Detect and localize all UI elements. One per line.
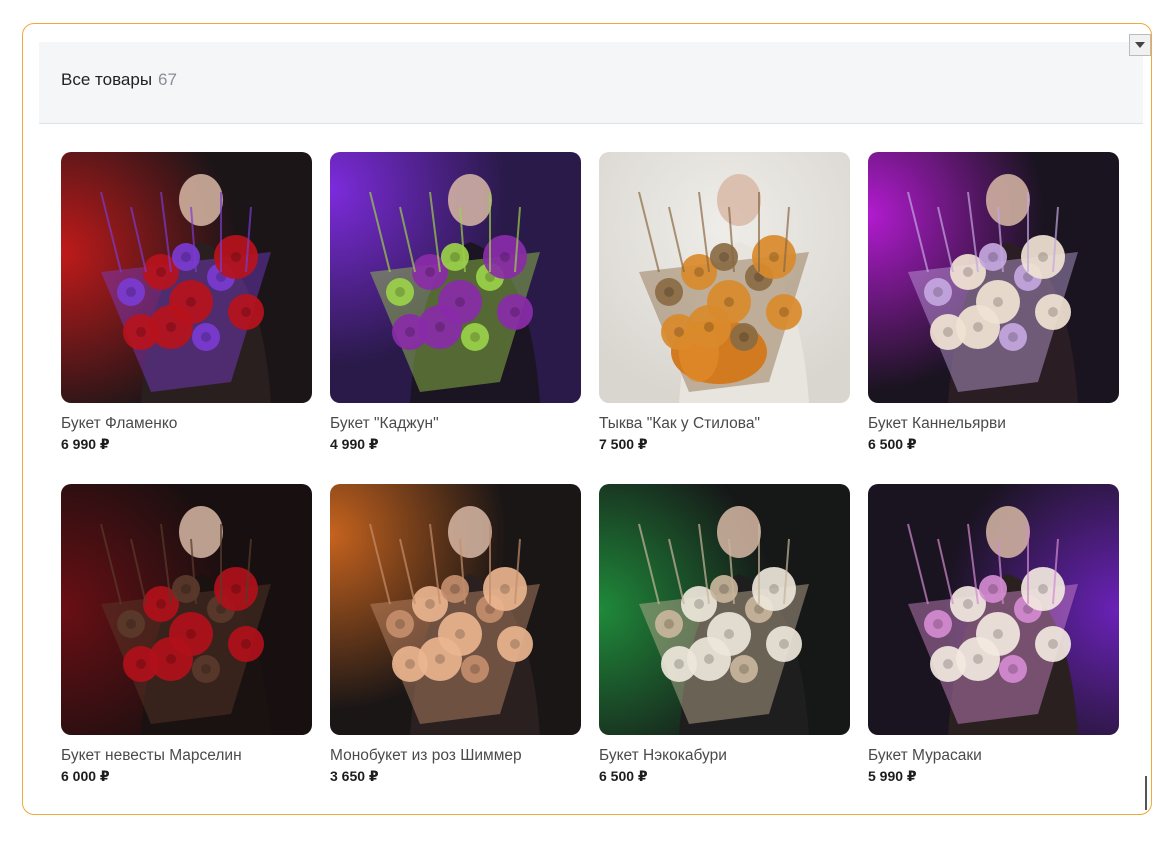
product-price: 6 000 ₽ [61, 768, 110, 784]
catalog-header: Все товары 67 [39, 42, 1143, 124]
catalog-count: 67 [158, 70, 177, 89]
product-card[interactable]: Букет невесты Марселин 6 000 ₽ [61, 484, 312, 785]
product-card[interactable]: Букет "Каджун" 4 990 ₽ [330, 152, 581, 453]
product-price: 6 500 ₽ [599, 768, 648, 784]
scrollbar-thumb[interactable] [1145, 776, 1147, 810]
product-name[interactable]: Монобукет из роз Шиммер [330, 747, 581, 765]
product-name[interactable]: Букет Фламенко [61, 415, 312, 433]
product-card[interactable]: Монобукет из роз Шиммер 3 650 ₽ [330, 484, 581, 785]
product-name[interactable]: Тыква "Как у Стилова" [599, 415, 850, 433]
catalog-title: Все товары 67 [61, 70, 177, 90]
product-card[interactable]: Букет Нэкокабури 6 500 ₽ [599, 484, 850, 785]
product-card[interactable]: Букет Фламенко 6 990 ₽ [61, 152, 312, 453]
product-name[interactable]: Букет Нэкокабури [599, 747, 850, 765]
product-name[interactable]: Букет невесты Марселин [61, 747, 312, 765]
product-price: 6 500 ₽ [868, 436, 917, 452]
product-price: 6 990 ₽ [61, 436, 110, 452]
product-card[interactable]: Букет Мурасаки 5 990 ₽ [868, 484, 1119, 785]
product-image[interactable] [61, 152, 312, 403]
catalog-title-text: Все товары [61, 70, 153, 89]
product-card[interactable]: Букет Каннельярви 6 500 ₽ [868, 152, 1119, 453]
product-name[interactable]: Букет "Каджун" [330, 415, 581, 433]
product-price: 3 650 ₽ [330, 768, 379, 784]
product-image[interactable] [599, 484, 850, 735]
product-name[interactable]: Букет Мурасаки [868, 747, 1119, 765]
bouquet-photo-icon [599, 484, 850, 735]
bouquet-photo-icon [599, 152, 850, 403]
bouquet-photo-icon [61, 484, 312, 735]
bouquet-photo-icon [330, 484, 581, 735]
product-image[interactable] [868, 152, 1119, 403]
product-image[interactable] [330, 484, 581, 735]
product-name[interactable]: Букет Каннельярви [868, 415, 1119, 433]
bouquet-photo-icon [868, 484, 1119, 735]
bouquet-photo-icon [330, 152, 581, 403]
catalog-panel: Все товары 67 Букет Фламенко 6 990 ₽ Буке… [22, 23, 1152, 815]
bouquet-photo-icon [61, 152, 312, 403]
scroll-down-arrow-icon[interactable] [1129, 34, 1151, 56]
product-image[interactable] [868, 484, 1119, 735]
product-image[interactable] [599, 152, 850, 403]
product-image[interactable] [61, 484, 312, 735]
product-price: 4 990 ₽ [330, 436, 379, 452]
bouquet-photo-icon [868, 152, 1119, 403]
product-image[interactable] [330, 152, 581, 403]
product-price: 7 500 ₽ [599, 436, 648, 452]
product-price: 5 990 ₽ [868, 768, 917, 784]
product-card[interactable]: Тыква "Как у Стилова" 7 500 ₽ [599, 152, 850, 453]
